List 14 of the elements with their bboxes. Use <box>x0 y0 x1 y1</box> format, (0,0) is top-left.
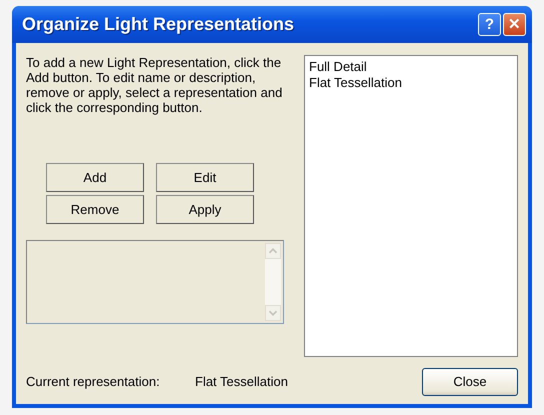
action-button[interactable]: Add <box>46 163 144 192</box>
list-item[interactable]: Flat Tessellation <box>308 75 514 91</box>
action-button[interactable]: Apply <box>156 195 254 224</box>
close-button[interactable]: Close <box>422 368 518 396</box>
list-item[interactable]: Full Detail <box>308 59 514 75</box>
window-title: Organize Light Representations <box>22 13 294 36</box>
action-button[interactable]: Remove <box>46 195 144 224</box>
current-value: Flat Tessellation <box>195 373 288 392</box>
scroll-up-icon <box>265 243 281 259</box>
help-button[interactable]: ? <box>478 13 501 36</box>
action-button[interactable]: Edit <box>156 163 254 192</box>
scroll-down-icon <box>265 305 281 321</box>
instructions-text: To add a new Light Representation, click the Add button. To edit name or description, remove or apply, select a representation and click the corresponding button. <box>26 55 284 115</box>
current-label: Current representation: <box>26 373 161 392</box>
